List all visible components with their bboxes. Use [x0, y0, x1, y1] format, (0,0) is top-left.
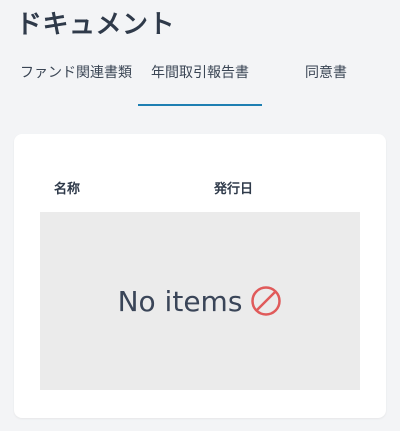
tab-consent-forms[interactable]: 同意書 — [264, 62, 388, 84]
no-entry-icon — [251, 286, 282, 316]
empty-state-text: No items — [117, 284, 243, 318]
column-header-name: 名称 — [54, 182, 81, 197]
column-header-issue-date: 発行日 — [214, 182, 254, 197]
page-title: ドキュメント — [16, 10, 176, 40]
tab-annual-trade-report[interactable]: 年間取引報告書 — [138, 62, 262, 106]
document-tabs: ファンド関連書類 年間取引報告書 同意書 — [0, 62, 400, 112]
documents-card: 名称 発行日 No items — [14, 134, 386, 418]
empty-state: No items — [40, 212, 360, 390]
tab-fund-documents[interactable]: ファンド関連書類 — [14, 62, 138, 84]
